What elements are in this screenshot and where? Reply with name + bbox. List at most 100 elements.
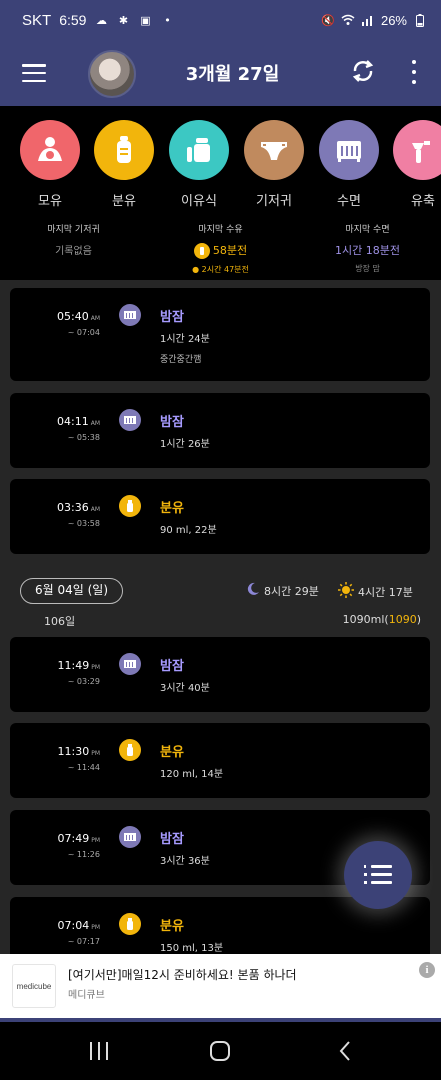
baby-avatar[interactable]	[88, 50, 136, 98]
record-title: 밤잠	[160, 310, 184, 325]
mute-icon: 🔇	[321, 13, 335, 27]
ad-advertiser: 메디큐브	[68, 990, 105, 1001]
record-detail: 120 ml, 14분	[160, 769, 224, 780]
notification-icon: ✱	[118, 13, 129, 27]
last-diaper-label: 마지막 기저귀	[47, 225, 100, 235]
list-view-button[interactable]	[344, 841, 412, 909]
record-start-time: 05:40	[57, 310, 89, 323]
category-pump[interactable]: 유축	[392, 120, 441, 209]
crib-icon	[119, 409, 141, 431]
date-pill[interactable]: 6월 04일 (일)	[20, 578, 124, 604]
record-end-time: ~ 07:04	[67, 328, 100, 337]
crib-icon	[119, 304, 141, 326]
record-detail: 1시간 26분	[160, 439, 210, 450]
record-start-time: 11:49	[57, 659, 90, 672]
record-card[interactable]: 04:11 AM ~ 05:38 밤잠 1시간 26분	[10, 393, 430, 468]
last-sleep-summary: 마지막 수면 1시간 18분전 방장 맘	[294, 222, 441, 274]
last-diaper-value: 기록없음	[55, 246, 92, 257]
last-sleep-label: 마지막 수면	[345, 225, 390, 235]
recent-apps-icon[interactable]	[84, 1040, 114, 1062]
last-sleep-value: 1시간 18분전	[335, 244, 400, 257]
sleep-total-value: 8시간 29분	[264, 584, 319, 598]
wifi-icon	[341, 13, 355, 27]
last-feed-value: 58분전	[212, 244, 248, 257]
dot-icon: •	[164, 13, 171, 27]
category-sleep[interactable]: 수면	[318, 120, 380, 209]
category-label: 유축	[411, 194, 435, 209]
category-label: 수면	[337, 194, 361, 209]
record-end-time: ~ 11:26	[67, 850, 100, 859]
category-label: 모유	[38, 194, 62, 209]
last-sleep-sub: 방장 맘	[355, 264, 380, 273]
info-icon[interactable]: i	[419, 962, 435, 978]
awake-total-value: 4시간 17분	[358, 585, 413, 599]
crib-icon	[119, 826, 141, 848]
record-start-time: 04:11	[57, 415, 89, 428]
record-card[interactable]: 05:40 AM ~ 07:04 밤잠 1시간 24분 중간중간깸	[10, 288, 430, 381]
last-feed-summary: 마지막 수유 58분전 ● 2시간 47분전	[147, 222, 294, 275]
record-title: 밤잠	[160, 832, 184, 847]
sync-icon[interactable]	[350, 58, 376, 84]
record-card[interactable]: 11:49 PM ~ 03:29 밤잠 3시간 40분	[10, 637, 430, 712]
category-formula[interactable]: 분유	[93, 120, 155, 209]
record-ampm: PM	[91, 924, 100, 931]
ad-logo: medicube	[12, 964, 56, 1008]
ad-banner[interactable]: medicube [여기서만]매일12시 준비하세요! 본품 하나더 메디큐브 …	[0, 954, 441, 1018]
record-end-time: ~ 03:29	[67, 677, 100, 686]
battery-percent: 26%	[380, 12, 407, 28]
category-diaper[interactable]: 기저귀	[243, 120, 305, 209]
last-feed-label: 마지막 수유	[198, 225, 243, 235]
home-icon[interactable]	[205, 1040, 235, 1062]
record-end-time: ~ 11:44	[67, 763, 100, 772]
day-awake-total: 4시간 17분	[338, 582, 413, 601]
record-title: 밤잠	[160, 415, 184, 430]
back-icon[interactable]	[330, 1040, 360, 1062]
record-ampm: PM	[91, 750, 100, 757]
record-note: 중간중간깸	[160, 355, 202, 365]
menu-icon[interactable]	[22, 64, 46, 82]
record-title: 분유	[160, 501, 184, 516]
bottle-icon	[94, 120, 154, 180]
babyfood-icon	[169, 120, 229, 180]
numbered-list-icon	[364, 865, 392, 884]
record-ampm: AM	[90, 315, 100, 322]
page-title: 3개월 27일	[185, 64, 280, 85]
bottle-icon	[119, 495, 141, 517]
record-detail: 150 ml, 13분	[160, 943, 224, 954]
status-bar: SKT 6:59 ☁ ✱ ▣ • 🔇 26%	[0, 0, 441, 40]
record-ampm: AM	[90, 420, 100, 427]
bottle-icon	[193, 243, 210, 259]
category-label: 분유	[112, 194, 136, 209]
ad-title[interactable]: [여기서만]매일12시 준비하세요! 본품 하나더	[68, 966, 297, 983]
record-detail: 3시간 40분	[160, 683, 210, 694]
diaper-icon	[244, 120, 304, 180]
more-options-icon[interactable]	[406, 60, 422, 84]
ml-total-highlight: 1090	[388, 613, 417, 626]
record-card[interactable]: 11:30 PM ~ 11:44 분유 120 ml, 14분	[10, 723, 430, 798]
signal-icon	[361, 13, 375, 27]
category-breastfeed[interactable]: 모유	[19, 120, 81, 209]
app-header: 3개월 27일	[0, 40, 441, 106]
crib-icon	[119, 653, 141, 675]
ml-total: 1090ml(1090)	[342, 613, 421, 626]
dot-icon: ●	[192, 265, 200, 274]
record-title: 분유	[160, 919, 184, 934]
record-start-time: 11:30	[57, 745, 90, 758]
bottle-icon	[119, 739, 141, 761]
battery-icon	[413, 13, 427, 27]
record-card[interactable]: 03:36 AM ~ 03:58 분유 90 ml, 22분	[10, 479, 430, 554]
record-detail: 90 ml, 22분	[160, 525, 217, 536]
record-start-time: 07:04	[57, 919, 90, 932]
status-time: 6:59	[59, 12, 87, 28]
day-count: 106일	[44, 615, 76, 628]
cloud-icon: ☁	[95, 13, 107, 27]
moon-icon	[246, 582, 260, 599]
record-detail: 1시간 24분	[160, 334, 210, 345]
record-detail: 3시간 36분	[160, 856, 210, 867]
category-babyfood[interactable]: 이유식	[168, 120, 230, 209]
pump-icon	[393, 120, 441, 180]
carrier-name: SKT	[22, 11, 52, 29]
record-ampm: PM	[91, 664, 100, 671]
bottle-icon	[119, 913, 141, 935]
record-ampm: AM	[90, 506, 100, 513]
